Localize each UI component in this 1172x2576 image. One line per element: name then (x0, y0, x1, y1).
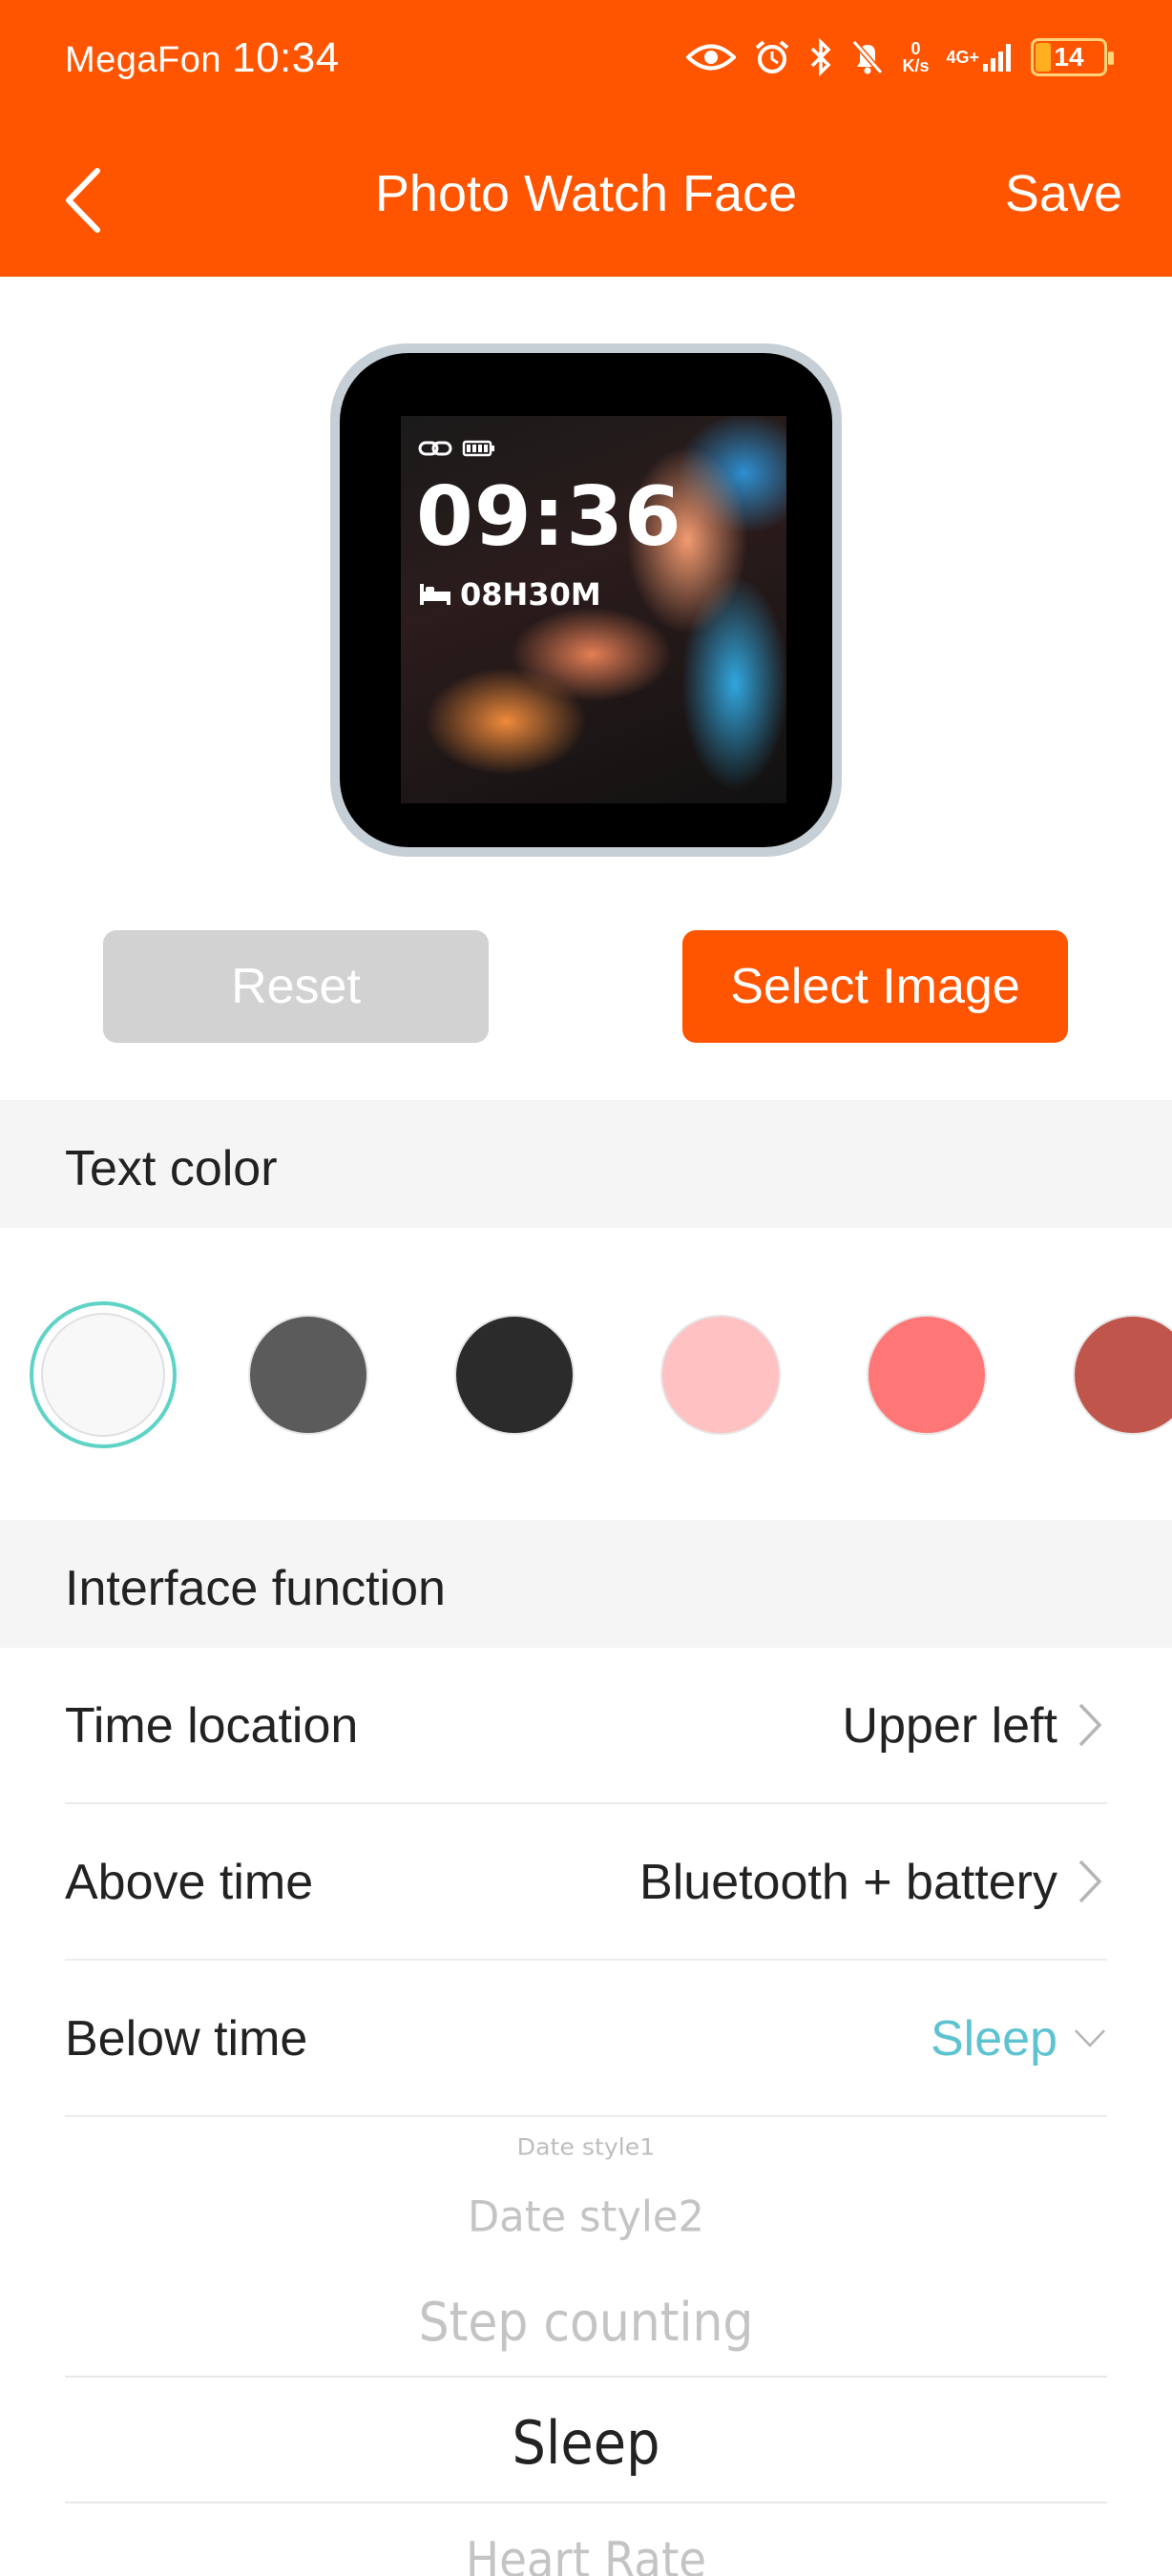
color-swatch-coral[interactable] (867, 1315, 987, 1435)
below-time-picker[interactable]: Date style1 Date style2 Step counting Sl… (65, 2120, 1107, 2576)
watch-sleep-value: 08H30M (460, 576, 601, 613)
status-bar: MegaFon 10:34 0 K/s 4G+ 14 (0, 0, 1172, 114)
time-location-row[interactable]: Time location Upper left (65, 1648, 1107, 1804)
text-color-heading: Text color (65, 1141, 278, 1196)
row-value: Upper left (842, 1698, 1057, 1754)
select-image-button[interactable]: Select Image (682, 930, 1068, 1043)
row-label: Time location (65, 1698, 359, 1754)
below-time-row[interactable]: Below time Sleep (65, 1961, 1107, 2117)
above-time-row[interactable]: Above time Bluetooth + battery (65, 1804, 1107, 1961)
text-color-header: Text color (0, 1100, 1172, 1228)
color-swatch-brick[interactable] (1073, 1315, 1172, 1435)
watch-battery-icon (462, 440, 494, 457)
watch-status-icons (418, 439, 496, 458)
battery-level: 14 (1054, 42, 1084, 72)
top-app-bar: MegaFon 10:34 0 K/s 4G+ 14 Photo Watch F… (0, 0, 1172, 277)
picker-option[interactable]: Date style1 (65, 2133, 1107, 2160)
picker-option[interactable]: Heart Rate (65, 2532, 1107, 2576)
row-label: Above time (65, 1855, 314, 1910)
picker-option[interactable]: Step counting (65, 2292, 1107, 2354)
network-type: 4G+ (946, 47, 979, 67)
interface-function-heading: Interface function (65, 1561, 446, 1616)
carrier-name: MegaFon (65, 40, 222, 80)
watch-screen-image: 09:36 08H30M (401, 416, 786, 803)
picker-selection-line (65, 2376, 1107, 2378)
bed-icon (420, 584, 450, 605)
status-clock: 10:34 (232, 34, 340, 81)
color-swatch-black[interactable] (454, 1315, 575, 1435)
battery-icon: 14 (1031, 38, 1114, 76)
color-swatch-list (0, 1298, 1172, 1450)
chevron-right-icon (1073, 1858, 1107, 1905)
bluetooth-icon (808, 38, 833, 76)
signal-icon: 4G+ (946, 41, 1014, 73)
watch-time: 09:36 (416, 469, 682, 565)
carrier-and-clock: MegaFon 10:34 (65, 34, 340, 82)
row-label: Below time (65, 2011, 308, 2067)
color-swatch-gray[interactable] (248, 1315, 368, 1435)
save-button[interactable]: Save (1005, 164, 1122, 223)
picker-option[interactable]: Date style2 (65, 2192, 1107, 2242)
interface-function-header: Interface function (0, 1520, 1172, 1648)
watch-sleep-info: 08H30M (418, 576, 601, 613)
watch-bezel: 09:36 08H30M (340, 353, 832, 847)
watch-preview: 09:36 08H30M (330, 343, 842, 857)
mute-bell-icon (850, 38, 885, 76)
swatch-fill (41, 1313, 165, 1437)
row-value: Bluetooth + battery (639, 1855, 1057, 1910)
chevron-down-icon (1073, 2014, 1107, 2062)
row-value: Sleep (931, 2011, 1057, 2067)
reset-button[interactable]: Reset (103, 930, 489, 1043)
network-speed: 0 K/s (902, 39, 930, 75)
chevron-right-icon (1073, 1701, 1107, 1749)
picker-option-selected[interactable]: Sleep (65, 2408, 1107, 2478)
navigation-bar: Photo Watch Face Save (0, 143, 1172, 258)
link-icon (418, 441, 452, 456)
color-swatch-light-pink[interactable] (660, 1315, 781, 1435)
picker-selection-line (65, 2502, 1107, 2503)
status-icons: 0 K/s 4G+ 14 (686, 32, 1114, 82)
page-title: Photo Watch Face (374, 165, 798, 222)
eye-icon (686, 41, 737, 73)
color-swatch-white[interactable] (30, 1301, 177, 1448)
alarm-icon (753, 38, 791, 76)
